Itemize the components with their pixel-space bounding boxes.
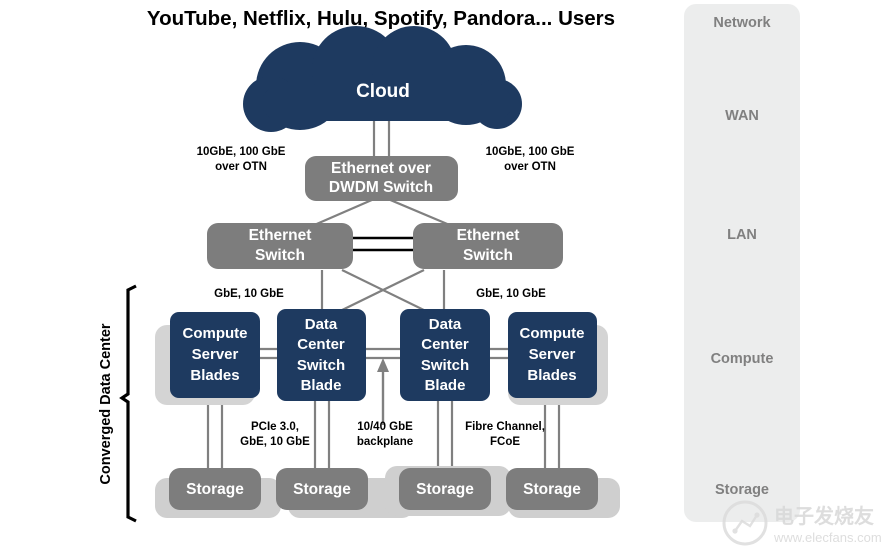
converged-data-center-label: Converged Data Center [98, 323, 114, 485]
node-dcsb-right-line2: Center [421, 336, 469, 353]
link-label-pcie-line1: PCIe 3.0, [251, 421, 299, 433]
panel-label-compute: Compute [711, 351, 774, 367]
node-dcsb-right-line1: Data [429, 316, 462, 333]
panel-label-storage: Storage [715, 482, 769, 498]
node-storage-3-label: Storage [416, 481, 474, 498]
node-ethernet-switch-right: Ethernet Switch [413, 223, 563, 269]
node-compute-right-line2: Server [529, 346, 576, 363]
node-compute-left-line1: Compute [183, 325, 248, 342]
link-label-pcie-line2: GbE, 10 GbE [240, 436, 310, 448]
node-storage-2: Storage [276, 468, 368, 510]
node-compute-server-blades-right: Compute Server Blades [508, 312, 597, 398]
node-ethernet-switch-left-label-line1: Ethernet [249, 227, 312, 244]
node-cloud: Cloud [243, 26, 522, 132]
link-label-fibre-line1: Fibre Channel, [465, 421, 545, 433]
panel-label-lan: LAN [727, 227, 757, 243]
link-label-otn-left-line2: over OTN [215, 161, 267, 173]
node-ethernet-switch-left-label-line2: Switch [255, 247, 305, 264]
link-ethleft-dcsbright-cross [341, 269, 433, 315]
diagram-canvas: Network WAN LAN Compute Storage YouTube,… [0, 0, 881, 556]
node-compute-right-line3: Blades [527, 367, 576, 384]
node-storage-3: Storage [399, 468, 491, 510]
link-label-backplane-line2: backplane [357, 436, 413, 448]
node-ethernet-switch-left: Ethernet Switch [207, 223, 353, 269]
node-dcsb-left-line1: Data [305, 316, 338, 333]
node-ethernet-switch-right-label-line1: Ethernet [457, 227, 520, 244]
panel-label-wan: WAN [725, 108, 759, 124]
node-dcsb-left-line2: Center [297, 336, 345, 353]
node-storage-4: Storage [506, 468, 598, 510]
link-label-gbe-right: GbE, 10 GbE [476, 288, 546, 300]
watermark-cn-text: 电子发烧友 [774, 504, 874, 528]
node-compute-left-line2: Server [192, 346, 239, 363]
backplane-arrow [377, 358, 389, 425]
link-label-backplane-line1: 10/40 GbE [357, 421, 413, 433]
node-storage-4-label: Storage [523, 481, 581, 498]
node-storage-1: Storage [169, 468, 261, 510]
node-dwdm-switch-label-line1: Ethernet over [331, 160, 431, 177]
link-label-otn-right-line2: over OTN [504, 161, 556, 173]
link-label-otn-right-line1: 10GbE, 100 GbE [486, 146, 575, 158]
node-dcsb-right-line4: Blade [425, 377, 466, 394]
node-data-center-switch-blade-left: Data Center Switch Blade [277, 309, 366, 401]
node-data-center-switch-blade-right: Data Center Switch Blade [400, 309, 490, 401]
node-storage-1-label: Storage [186, 481, 244, 498]
node-dcsb-left-line4: Blade [301, 377, 342, 394]
node-dwdm-switch-label-line2: DWDM Switch [329, 179, 433, 196]
node-ethernet-switch-right-label-line2: Switch [463, 247, 513, 264]
node-dcsb-left-line3: Switch [297, 357, 345, 374]
layer-panel-background [684, 4, 800, 522]
link-label-fibre-line2: FCoE [490, 436, 520, 448]
node-dcsb-right-line3: Switch [421, 357, 469, 374]
link-label-otn-left-line1: 10GbE, 100 GbE [197, 146, 286, 158]
node-compute-server-blades-left: Compute Server Blades [170, 312, 260, 398]
node-compute-right-line1: Compute [520, 325, 585, 342]
link-ethright-dcsbleft-cross [333, 269, 425, 315]
converged-data-center-brace [119, 284, 137, 523]
node-cloud-label: Cloud [356, 81, 410, 102]
watermark-url-text: www.elecfans.com [773, 530, 881, 545]
link-label-gbe-left: GbE, 10 GbE [214, 288, 284, 300]
node-compute-left-line3: Blades [190, 367, 239, 384]
page-title: YouTube, Netflix, Hulu, Spotify, Pandora… [147, 7, 615, 30]
node-dwdm-switch: Ethernet over DWDM Switch [305, 156, 458, 201]
panel-label-network: Network [713, 15, 771, 31]
node-storage-2-label: Storage [293, 481, 351, 498]
